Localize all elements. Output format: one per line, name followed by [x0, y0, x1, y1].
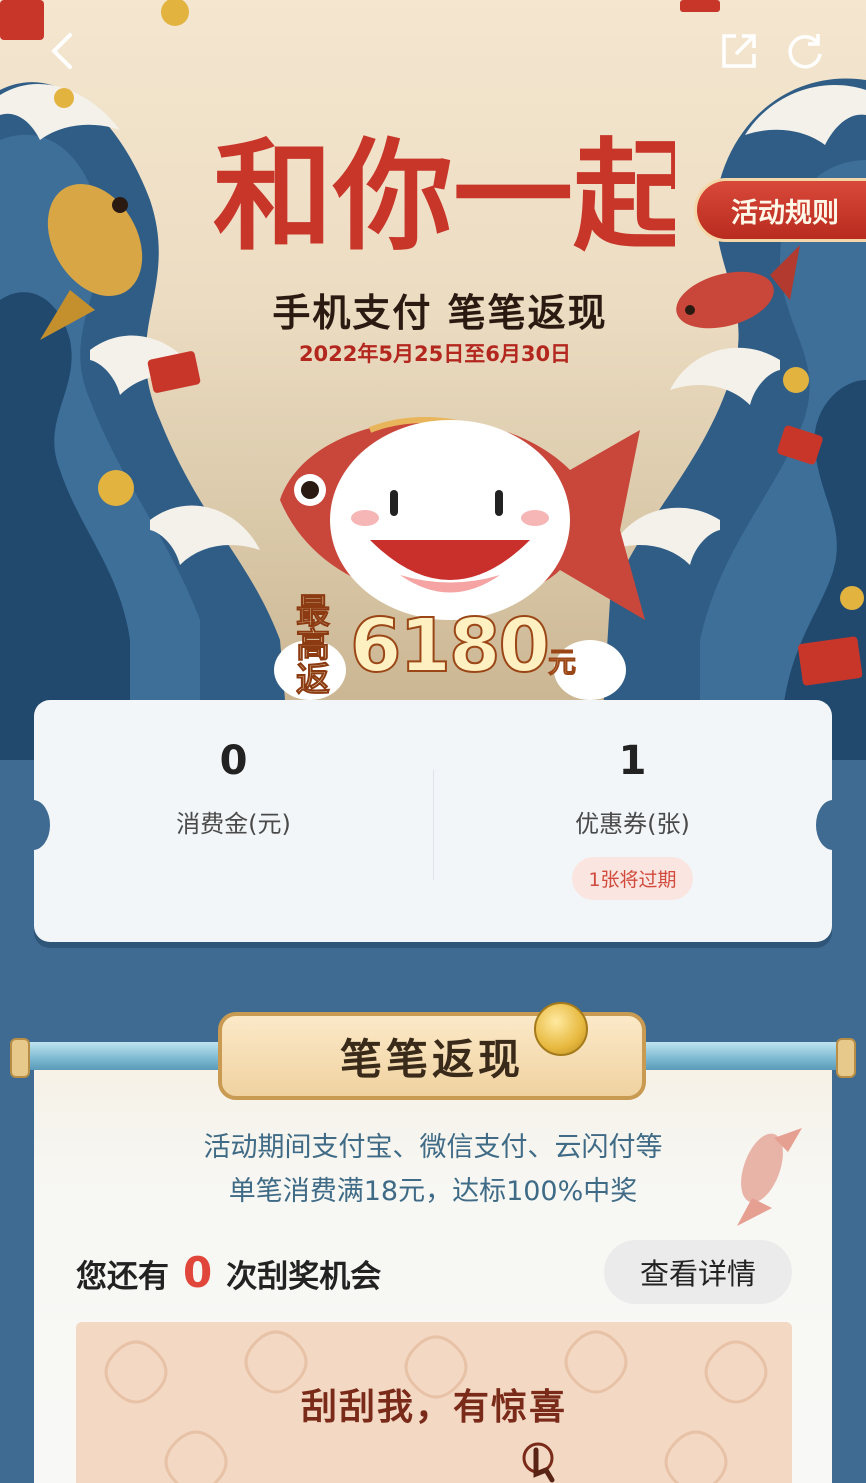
- coupon-value: 1: [618, 738, 647, 784]
- coupon-label: 优惠券(张): [575, 810, 690, 838]
- chance-suffix: 次刮奖机会: [226, 1259, 382, 1295]
- coupon-expire-badge: 1张将过期: [572, 857, 693, 900]
- cashback-description-line2: 单笔消费满18元，达标100%中奖: [228, 1176, 638, 1207]
- consumption-stat[interactable]: 0 消费金(元): [34, 700, 433, 942]
- scratch-card[interactable]: 刮刮我，有惊喜: [76, 1322, 792, 1483]
- hero-title: 和你一起618: [213, 126, 675, 267]
- chance-prefix: 您还有: [76, 1259, 169, 1295]
- max-return-prefix-top: 最高: [295, 592, 330, 666]
- koi-decoration-icon: [737, 1128, 802, 1226]
- scratch-card-text: 刮刮我，有惊喜: [300, 1387, 567, 1428]
- back-button[interactable]: [38, 28, 84, 74]
- consumption-value: 0: [219, 738, 248, 784]
- hero-title-text: 和你一起618: [213, 126, 675, 267]
- coupon-stat[interactable]: 1 优惠券(张) 1张将过期: [433, 700, 832, 942]
- cashback-banner-title: 笔笔返现: [339, 1034, 524, 1084]
- refresh-button[interactable]: [782, 28, 828, 74]
- refresh-icon: [788, 34, 822, 69]
- external-open-icon: [722, 34, 756, 68]
- coin-icon: [534, 1002, 588, 1056]
- view-details-button[interactable]: 查看详情: [604, 1240, 792, 1304]
- hero-banner: 和你一起618 手机支付 笔笔返现 2022年5月25日至6月30日 活动规则 …: [0, 0, 866, 760]
- consumption-label: 消费金(元): [176, 810, 291, 838]
- max-return-amount: 6180: [349, 602, 551, 690]
- activity-rules-button[interactable]: 活动规则: [694, 178, 866, 242]
- scratch-chance-text: 您还有 0 次刮奖机会: [76, 1248, 381, 1297]
- cashback-description: 活动期间支付宝、微信支付、云闪付等 单笔消费满18元，达标100%中奖: [34, 1126, 832, 1214]
- stats-card: 0 消费金(元) 1 优惠券(张) 1张将过期: [16, 700, 850, 942]
- chevron-left-icon: [51, 33, 72, 69]
- cashback-description-line1: 活动期间支付宝、微信支付、云闪付等: [203, 1132, 663, 1163]
- share-button[interactable]: [716, 28, 762, 74]
- chance-count: 0: [183, 1248, 213, 1297]
- max-return-unit: 元: [547, 646, 576, 680]
- max-return-prefix: 最高 返: [295, 592, 344, 700]
- scratch-chance-row: 您还有 0 次刮奖机会 查看详情: [76, 1240, 792, 1310]
- hero-subtitle: 手机支付 笔笔返现: [272, 290, 608, 335]
- hero-date-range: 2022年5月25日至6月30日: [298, 342, 572, 366]
- max-return-badge: 最高 返 6180 元: [295, 592, 576, 700]
- pointing-hand-icon: [522, 1442, 555, 1483]
- max-return-prefix-bottom: 返: [295, 660, 330, 700]
- cashback-banner: 笔笔返现: [192, 1012, 672, 1104]
- page: 和你一起618 手机支付 笔笔返现 2022年5月25日至6月30日 活动规则 …: [0, 0, 866, 1483]
